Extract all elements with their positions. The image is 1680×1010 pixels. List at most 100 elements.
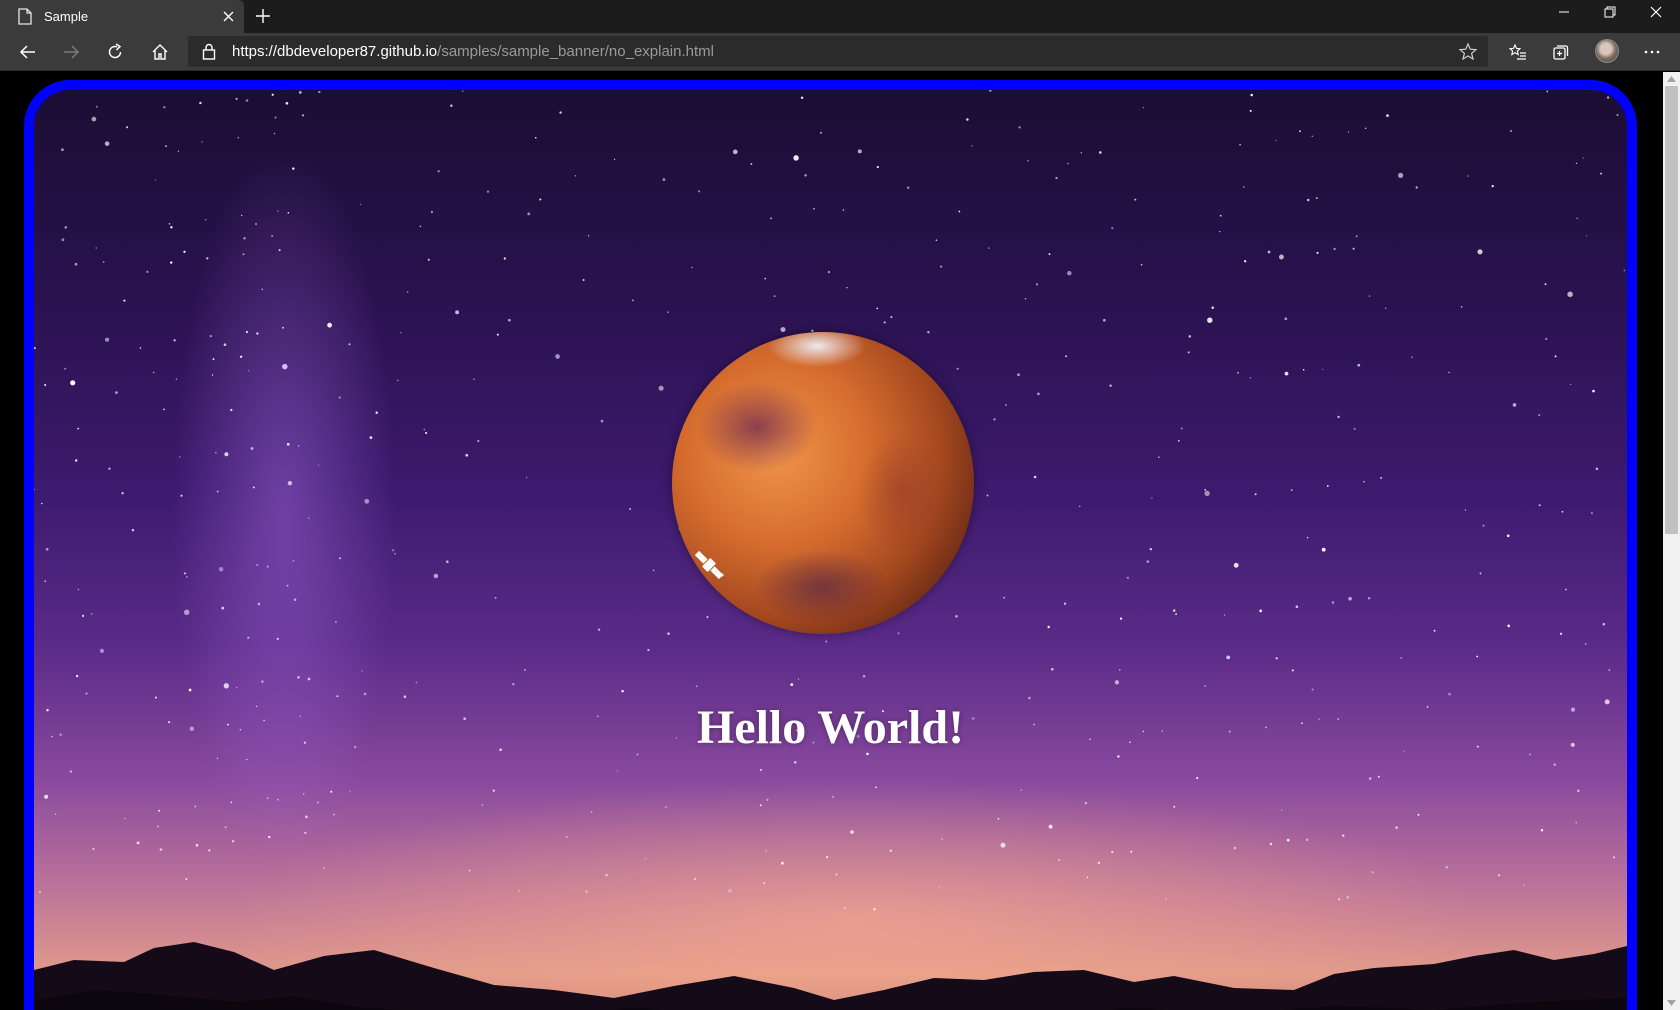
favorite-star-icon[interactable] <box>1458 42 1478 62</box>
star <box>512 683 515 686</box>
star <box>245 99 249 102</box>
star <box>282 326 284 329</box>
star <box>582 279 585 281</box>
star <box>40 502 43 505</box>
scroll-down-arrow-icon[interactable] <box>1667 1000 1676 1007</box>
back-icon <box>19 45 35 59</box>
star <box>1028 696 1031 700</box>
star <box>971 145 973 147</box>
star <box>890 315 893 319</box>
address-bar[interactable]: https://dbdeveloper87.github.io/samples/… <box>188 36 1488 67</box>
star <box>54 813 57 815</box>
star <box>613 158 616 160</box>
star <box>211 374 214 376</box>
star <box>1119 617 1123 620</box>
star <box>212 358 215 361</box>
star <box>597 628 601 631</box>
star <box>139 347 142 349</box>
star <box>691 266 693 269</box>
star <box>1187 351 1190 354</box>
star <box>539 198 542 201</box>
star <box>186 576 188 578</box>
star <box>364 498 370 504</box>
star <box>1584 643 1587 645</box>
star <box>201 141 203 143</box>
star <box>587 235 590 237</box>
star <box>1322 368 1324 370</box>
star <box>317 464 320 466</box>
star <box>966 118 969 121</box>
star <box>693 877 696 880</box>
star <box>835 873 838 876</box>
forward-icon <box>64 45 80 59</box>
star <box>1267 250 1271 254</box>
star <box>1033 475 1037 479</box>
star <box>1078 505 1081 508</box>
star <box>99 648 104 653</box>
star <box>1377 775 1380 778</box>
star <box>958 210 961 213</box>
url-text[interactable]: https://dbdeveloper87.github.io/samples/… <box>232 43 714 60</box>
star <box>1353 427 1356 430</box>
favorites-button[interactable] <box>1507 41 1529 63</box>
star <box>1559 632 1563 636</box>
title-bar: Sample <box>0 0 1680 33</box>
new-tab-icon[interactable] <box>255 8 271 24</box>
star <box>230 408 233 412</box>
star <box>154 696 157 699</box>
star <box>629 508 631 510</box>
star <box>433 573 439 579</box>
star <box>237 136 240 139</box>
star <box>1608 669 1611 671</box>
forward-button[interactable] <box>60 41 82 63</box>
star <box>1223 614 1226 616</box>
close-window-button[interactable] <box>1633 0 1679 24</box>
star <box>647 648 650 652</box>
star <box>1180 427 1183 430</box>
star <box>1299 130 1301 133</box>
home-button[interactable] <box>149 41 171 63</box>
minimize-button[interactable] <box>1541 0 1587 24</box>
star <box>1575 821 1577 824</box>
star <box>44 794 49 799</box>
star <box>997 817 1000 820</box>
star <box>336 695 339 698</box>
star <box>1591 512 1593 514</box>
scrollbar-thumb[interactable] <box>1665 86 1678 534</box>
star <box>293 598 297 601</box>
star <box>1538 414 1541 417</box>
scroll-up-arrow-icon[interactable] <box>1667 75 1676 82</box>
star <box>1506 534 1510 538</box>
profile-avatar[interactable] <box>1595 39 1619 63</box>
star <box>820 131 822 134</box>
star <box>1600 172 1603 175</box>
star <box>1315 197 1318 200</box>
star <box>773 295 776 297</box>
star <box>292 560 295 562</box>
page-icon <box>18 8 32 25</box>
tab-close-icon[interactable] <box>222 10 235 23</box>
browser-tab[interactable]: Sample <box>0 0 244 33</box>
star <box>766 798 769 801</box>
star <box>45 548 49 551</box>
star <box>1553 763 1556 766</box>
star <box>664 805 667 809</box>
star <box>170 261 173 264</box>
refresh-button[interactable] <box>104 41 126 63</box>
back-button[interactable] <box>17 41 39 63</box>
collections-button[interactable] <box>1550 41 1572 63</box>
vertical-scrollbar[interactable] <box>1663 72 1680 1010</box>
star <box>1364 127 1367 130</box>
star <box>170 226 173 229</box>
star <box>339 557 341 560</box>
star <box>462 90 464 93</box>
restore-button[interactable] <box>1587 0 1633 24</box>
star <box>1204 489 1207 491</box>
more-button[interactable] <box>1641 41 1663 63</box>
star <box>375 411 378 414</box>
star <box>61 238 65 242</box>
close-icon <box>1650 6 1662 18</box>
star <box>793 155 799 161</box>
star <box>245 330 248 334</box>
star <box>1249 377 1252 379</box>
